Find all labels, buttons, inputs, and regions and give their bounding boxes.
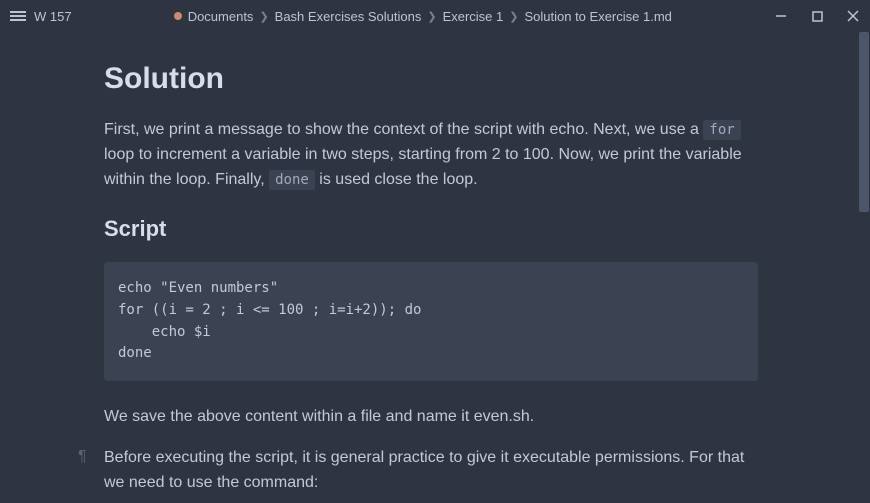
chevron-right-icon: ❯ <box>509 10 518 23</box>
crumb-subfolder[interactable]: Exercise 1 <box>443 9 504 24</box>
heading-script: Script <box>104 216 758 242</box>
paragraph-save: We save the above content within a file … <box>104 405 758 430</box>
document-content: Solution First, we print a message to sh… <box>0 32 858 496</box>
window-title: W 157 <box>34 9 72 24</box>
paragraph-permissions: Before executing the script, it is gener… <box>104 446 758 496</box>
scrollbar-track[interactable] <box>858 32 870 503</box>
heading-solution: Solution <box>104 62 758 96</box>
crumb-folder[interactable]: Bash Exercises Solutions <box>275 9 422 24</box>
editor-viewport[interactable]: Solution First, we print a message to sh… <box>0 32 858 503</box>
scrollbar-thumb[interactable] <box>859 32 869 212</box>
inline-code-for: for <box>703 120 740 140</box>
inline-code-done: done <box>269 170 315 190</box>
text: is used close the loop. <box>315 171 478 188</box>
minimize-button[interactable] <box>774 9 788 23</box>
pilcrow-icon: ¶ <box>78 448 87 466</box>
maximize-button[interactable] <box>810 9 824 23</box>
menu-icon[interactable] <box>10 8 26 24</box>
crumb-documents[interactable]: Documents <box>188 9 254 24</box>
breadcrumb: Documents ❯ Bash Exercises Solutions ❯ E… <box>92 9 754 24</box>
paragraph-intro: First, we print a message to show the co… <box>104 118 758 192</box>
code-block: echo "Even numbers" for ((i = 2 ; i <= 1… <box>104 262 758 381</box>
window-controls <box>774 9 860 23</box>
text: First, we print a message to show the co… <box>104 121 703 138</box>
close-button[interactable] <box>846 9 860 23</box>
chevron-right-icon: ❯ <box>427 10 436 23</box>
modified-dot-icon <box>174 12 182 20</box>
chevron-right-icon: ❯ <box>259 10 268 23</box>
titlebar: W 157 Documents ❯ Bash Exercises Solutio… <box>0 0 870 32</box>
crumb-file[interactable]: Solution to Exercise 1.md <box>524 9 671 24</box>
